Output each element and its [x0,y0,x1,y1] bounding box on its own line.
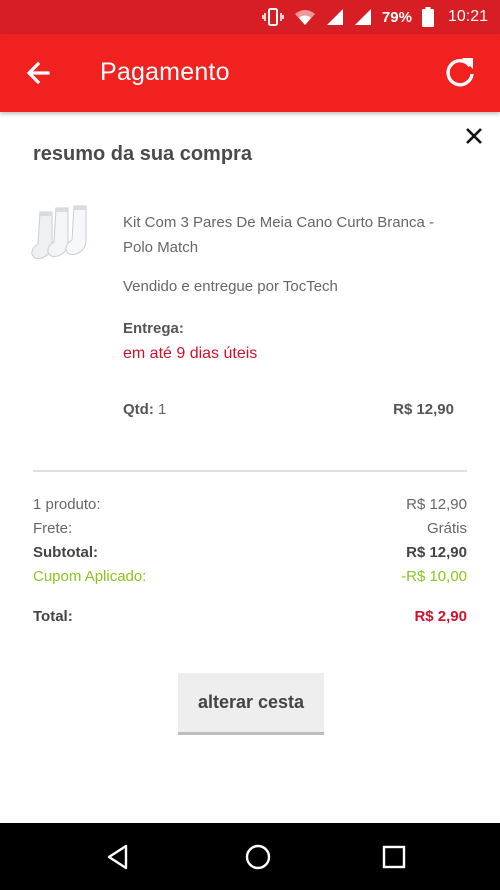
product-image [30,204,106,276]
coupon-label: Cupom Aplicado: [33,568,147,585]
total-row: Total: R$ 2,90 [33,608,467,630]
status-bar: 79% 10:21 [0,0,500,34]
status-icons: 79% 10:21 [262,0,488,34]
close-icon[interactable] [462,124,486,148]
battery-percentage: 79% [381,8,412,26]
summary-title: resumo da sua compra [33,143,252,165]
shipping-label: Frete: [33,520,73,537]
delivery-label: Entrega: [123,320,184,337]
subtotal-label: Subtotal: [33,544,98,561]
refresh-icon[interactable] [442,54,478,90]
signal-icon [326,8,344,26]
app-bar: Pagamento [0,34,500,112]
total-value: R$ 2,90 [414,608,467,625]
quantity-value: 1 [158,401,167,418]
coupon-value: -R$ 10,00 [401,568,467,585]
system-nav-bar [0,823,500,890]
battery-icon [421,7,434,27]
product-name[interactable]: Kit Com 3 Pares De Meia Cano Curto Branc… [123,210,463,260]
vibrate-icon [262,8,284,26]
delivery-estimate: em até 9 dias úteis [123,345,258,362]
home-circle-icon[interactable] [244,843,272,871]
subtotal-row: Subtotal: R$ 12,90 [33,544,467,566]
recents-square-icon[interactable] [380,843,408,871]
shipping-value: Grátis [426,520,467,537]
products-value: R$ 12,90 [406,496,467,513]
products-label: 1 produto: [33,496,101,513]
products-row: 1 produto: R$ 12,90 [33,496,467,518]
wifi-icon [294,8,316,26]
quantity-row: Qtd: 1 [123,401,166,418]
coupon-row: Cupom Aplicado: -R$ 10,00 [33,568,467,590]
status-time: 10:21 [447,8,488,25]
subtotal-value: R$ 12,90 [406,544,467,561]
alter-cart-button[interactable]: alterar cesta [178,673,324,735]
signal-icon [354,8,372,26]
quantity-label: Qtd: [123,401,154,418]
divider [33,470,467,472]
back-triangle-icon[interactable] [104,843,132,871]
order-summary-panel: resumo da sua compra Kit Com 3 Pares De … [0,112,500,823]
total-label: Total: [33,608,73,625]
seller-info: Vendido e entregue por TocTech [123,278,338,295]
shipping-row: Frete: Grátis [33,520,467,542]
page-title: Pagamento [100,58,230,86]
arrow-back-icon[interactable] [22,56,56,90]
item-price: R$ 12,90 [393,401,454,418]
